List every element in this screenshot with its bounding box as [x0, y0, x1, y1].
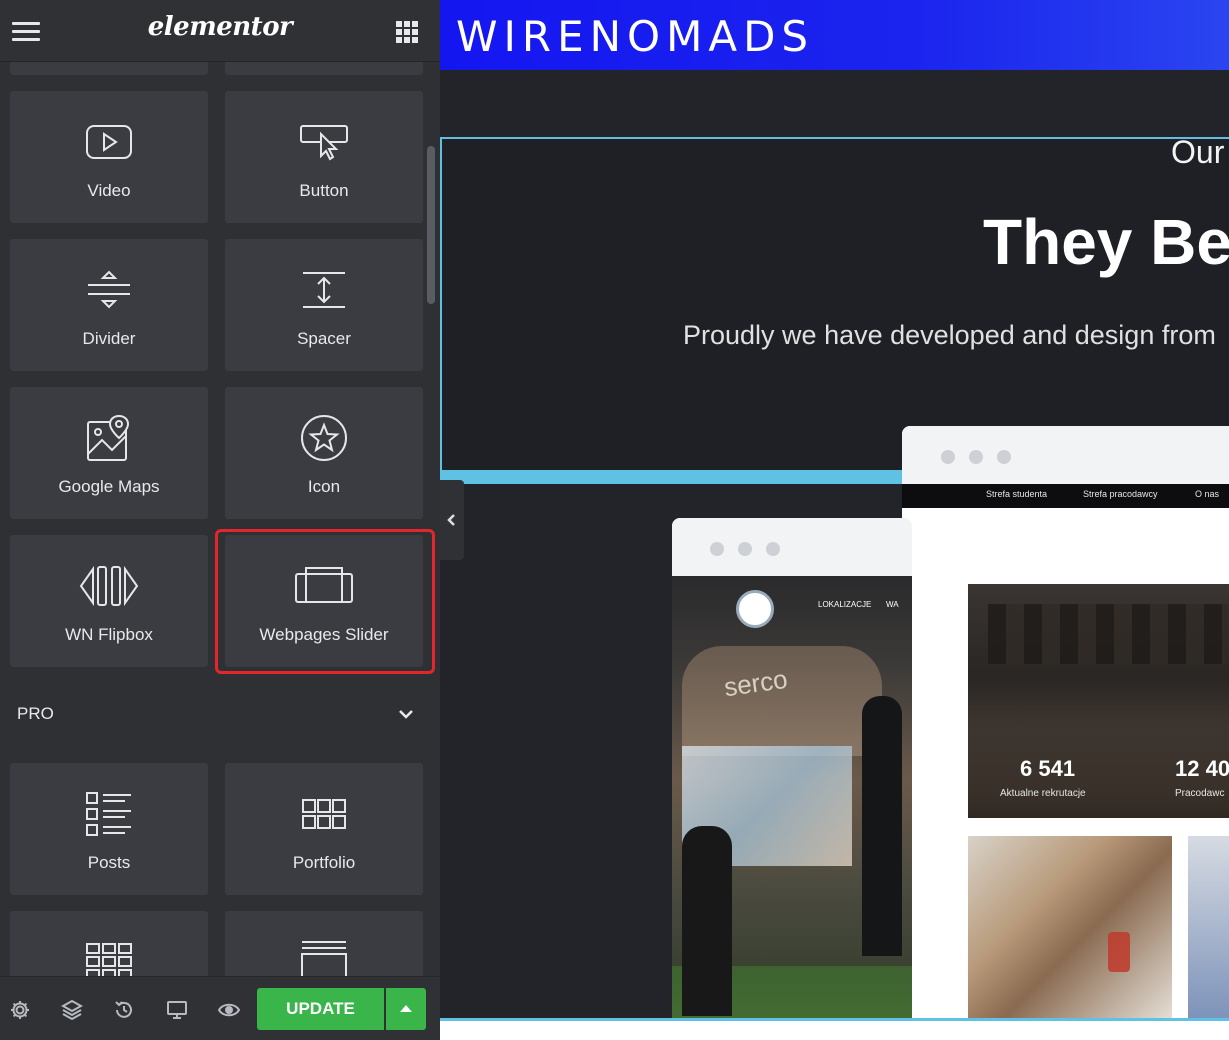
office-photo [968, 584, 1229, 818]
widget-portfolio[interactable]: Portfolio [225, 763, 423, 895]
widget-label: Icon [307, 477, 341, 496]
hero-section[interactable] [440, 137, 1229, 472]
nav-item[interactable]: O nas [1195, 489, 1219, 499]
gear-icon [11, 1001, 29, 1019]
widget-label: Video [87, 181, 131, 200]
highlight-box [215, 529, 435, 674]
panel-header: elementor [0, 0, 440, 62]
stat-value: 6 541 [1020, 756, 1076, 781]
history-icon [115, 1001, 132, 1018]
chevron-left-icon [447, 514, 455, 526]
hero-title: They Be [983, 206, 1229, 278]
posts-icon [86, 792, 131, 836]
layers-icon [60, 999, 84, 1021]
preview-button[interactable] [217, 999, 241, 1021]
stat-label: Pracodawc [1175, 788, 1225, 799]
collapse-panel-button[interactable] [440, 480, 464, 560]
site-brand[interactable]: WIRENOMADS [456, 12, 814, 61]
desk-photo [968, 836, 1172, 1026]
widget-google-maps[interactable]: Google Maps [10, 387, 208, 519]
panel-footer: UPDATE [0, 976, 440, 1040]
widget-label: WN Flipbox [65, 625, 153, 644]
nav-item[interactable]: WA [886, 600, 899, 609]
widget-icon[interactable]: Icon [225, 387, 423, 519]
section-accent-bar [440, 470, 910, 484]
widget-card-partial[interactable] [225, 62, 423, 75]
responsive-mode-button[interactable] [166, 999, 188, 1021]
divider-icon [88, 270, 130, 309]
stat-value: 12 40 [1175, 756, 1229, 781]
widget-wn-flipbox[interactable]: WN Flipbox [10, 535, 208, 667]
update-options-button[interactable] [386, 988, 426, 1030]
editor-panel: elementor Video Button Divider Spacer Go… [0, 0, 440, 1040]
navigator-button[interactable] [60, 999, 84, 1021]
side-photo [1188, 836, 1229, 1026]
eye-icon [217, 1003, 241, 1017]
update-button[interactable]: UPDATE [257, 988, 384, 1030]
button-icon [300, 125, 348, 161]
widget-card-partial[interactable] [10, 62, 208, 75]
spacer-icon [303, 272, 345, 308]
browser-mockup-front: LOKALIZACJE WA serco [672, 518, 912, 1028]
video-icon [86, 125, 132, 159]
panel-scrollbar[interactable] [427, 146, 435, 304]
desktop-icon [167, 1001, 187, 1019]
widget-label: Spacer [297, 329, 351, 348]
hero-subtitle: Proudly we have developed and design fro… [683, 320, 1216, 350]
widget-label: Button [299, 181, 349, 200]
hero-pretitle: Our [1171, 134, 1225, 170]
page-preview: WIRENOMADS Our They Be Proudly we have d… [440, 0, 1229, 1040]
nav-item[interactable]: LOKALIZACJE [818, 600, 871, 609]
widget-divider[interactable]: Divider [10, 239, 208, 371]
widgets-grid-icon[interactable] [396, 21, 418, 43]
site-nav: Strefa studenta Strefa pracodawcy O nas [902, 484, 1229, 508]
nav-item[interactable]: Strefa studenta [986, 489, 1047, 499]
site-header: WIRENOMADS [440, 0, 1229, 70]
section-pro-label: PRO [17, 704, 54, 723]
widget-button[interactable]: Button [225, 91, 423, 223]
elementor-logo: elementor [147, 12, 293, 42]
browser-chrome [672, 518, 912, 576]
widget-spacer[interactable]: Spacer [225, 239, 423, 371]
event-photo: LOKALIZACJE WA serco [672, 576, 912, 1028]
section-pro-toggle[interactable]: PRO [0, 690, 440, 740]
map-icon [87, 414, 130, 461]
chevron-down-icon [399, 710, 413, 719]
widget-label: Divider [82, 329, 136, 348]
browser-chrome [902, 426, 1229, 484]
settings-button[interactable] [9, 999, 31, 1021]
preview-bottom-edge [440, 1018, 1229, 1040]
nav-item[interactable]: Strefa pracodawcy [1083, 489, 1158, 499]
star-icon [301, 415, 347, 461]
widget-posts[interactable]: Posts [10, 763, 208, 895]
widget-label: Google Maps [58, 477, 160, 496]
history-button[interactable] [113, 999, 135, 1021]
widget-label: Posts [87, 853, 131, 872]
browser-mockup-back: Strefa studenta Strefa pracodawcy O nas … [902, 426, 1229, 1026]
widget-label: Portfolio [292, 853, 356, 872]
stat-label: Aktualne rekrutacje [1000, 788, 1086, 799]
portfolio-icon [302, 799, 346, 829]
widget-video[interactable]: Video [10, 91, 208, 223]
flipbox-icon [79, 565, 139, 607]
